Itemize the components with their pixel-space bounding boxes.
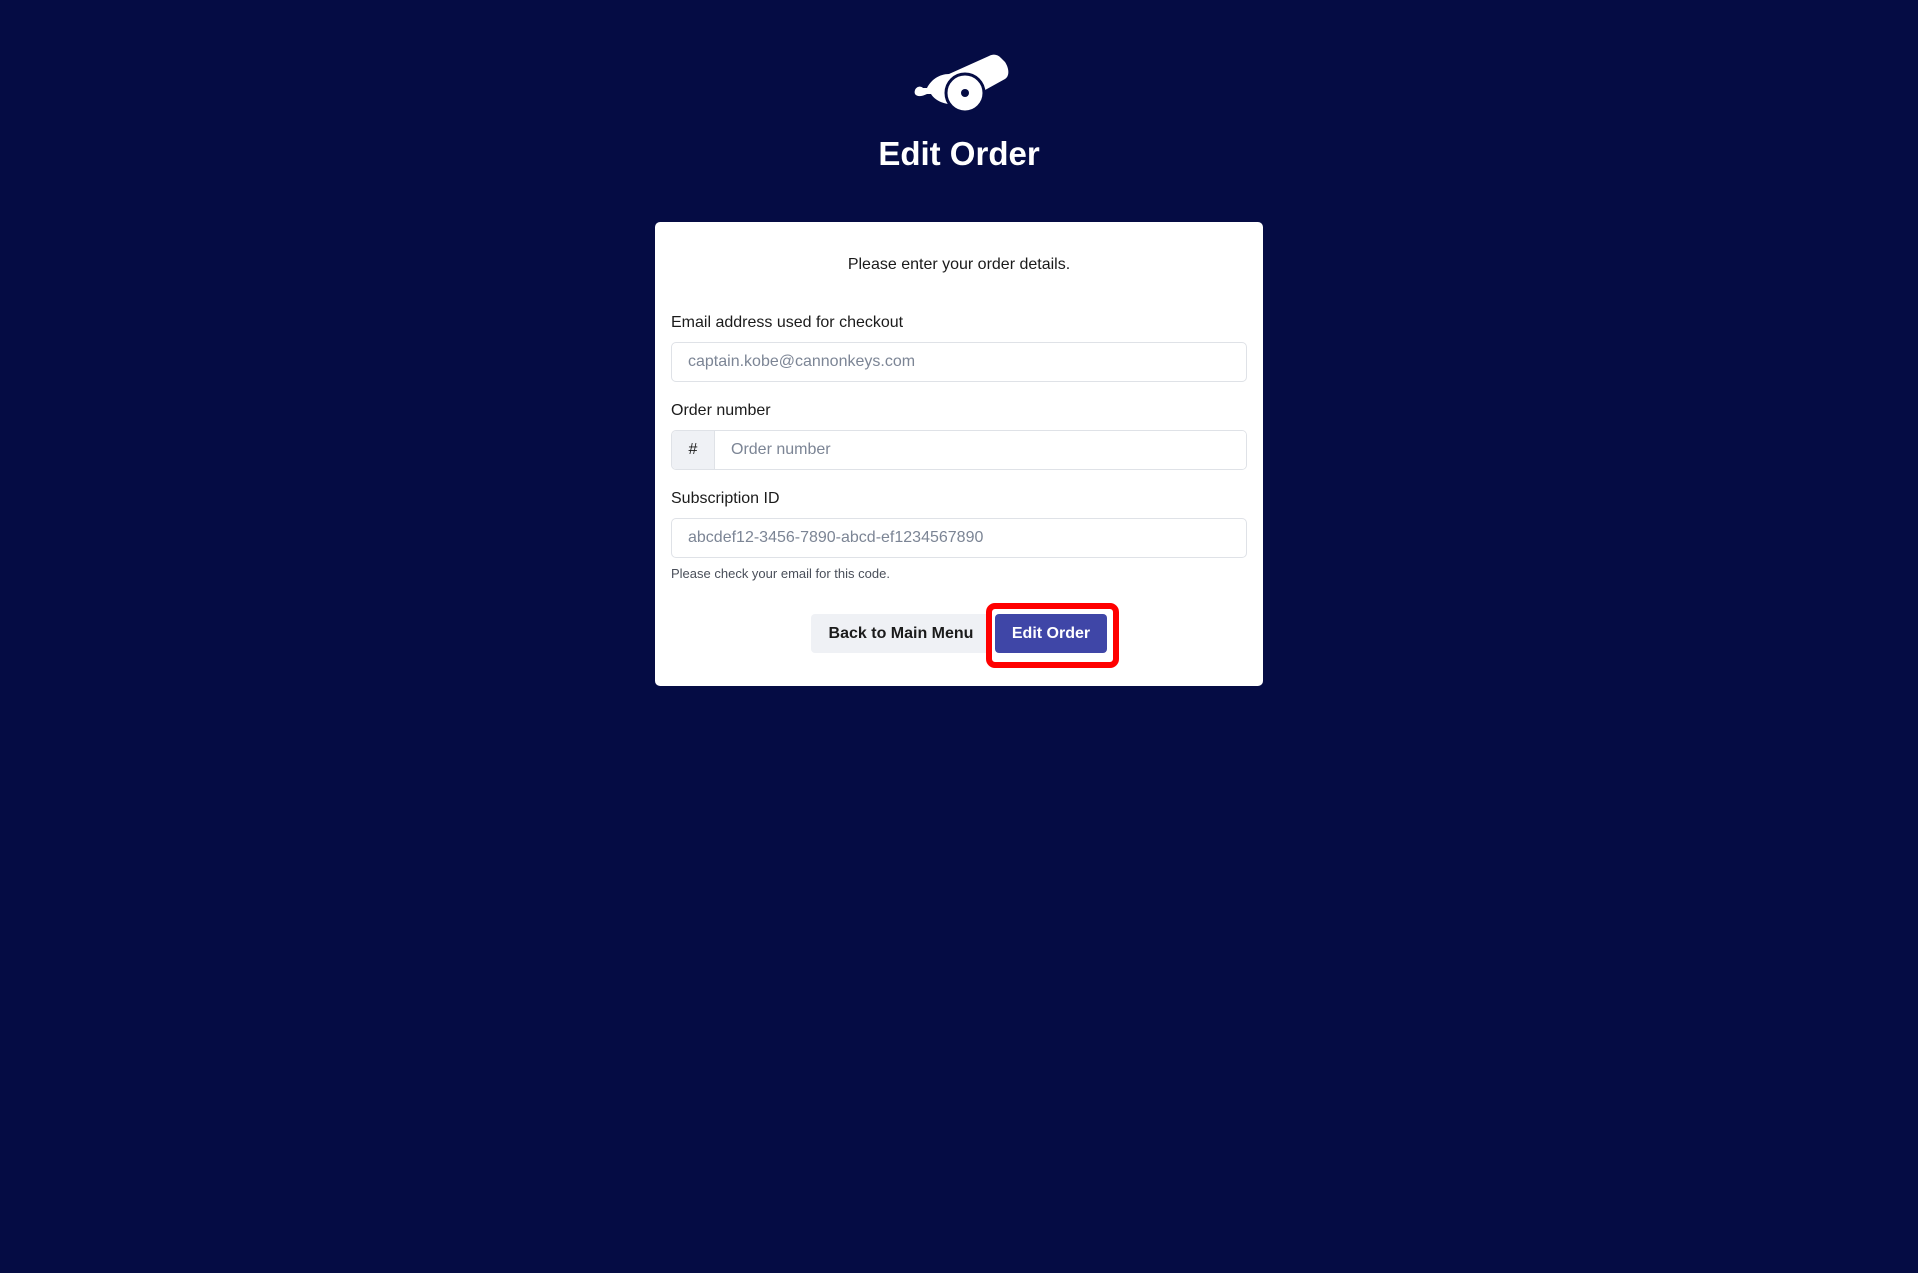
form-intro: Please enter your order details. [847, 256, 1071, 273]
order-number-field[interactable] [715, 431, 1246, 469]
page-title: Edit Order [878, 135, 1040, 172]
subscription-help-text: Please check your email for this code. [671, 566, 890, 581]
order-number-group: # [671, 430, 1247, 470]
email-field[interactable] [671, 342, 1247, 382]
order-number-label: Order number [671, 402, 771, 419]
subscription-id-label: Subscription ID [671, 490, 780, 507]
email-label: Email address used for checkout [671, 314, 904, 331]
cannon-icon [914, 54, 1009, 114]
order-form-card: Please enter your order details. Email a… [655, 222, 1263, 686]
back-to-main-menu-button[interactable]: Back to Main Menu [811, 614, 991, 653]
edit-order-button[interactable]: Edit Order [995, 614, 1107, 653]
hash-prefix: # [672, 431, 715, 469]
subscription-id-field[interactable] [671, 518, 1247, 558]
